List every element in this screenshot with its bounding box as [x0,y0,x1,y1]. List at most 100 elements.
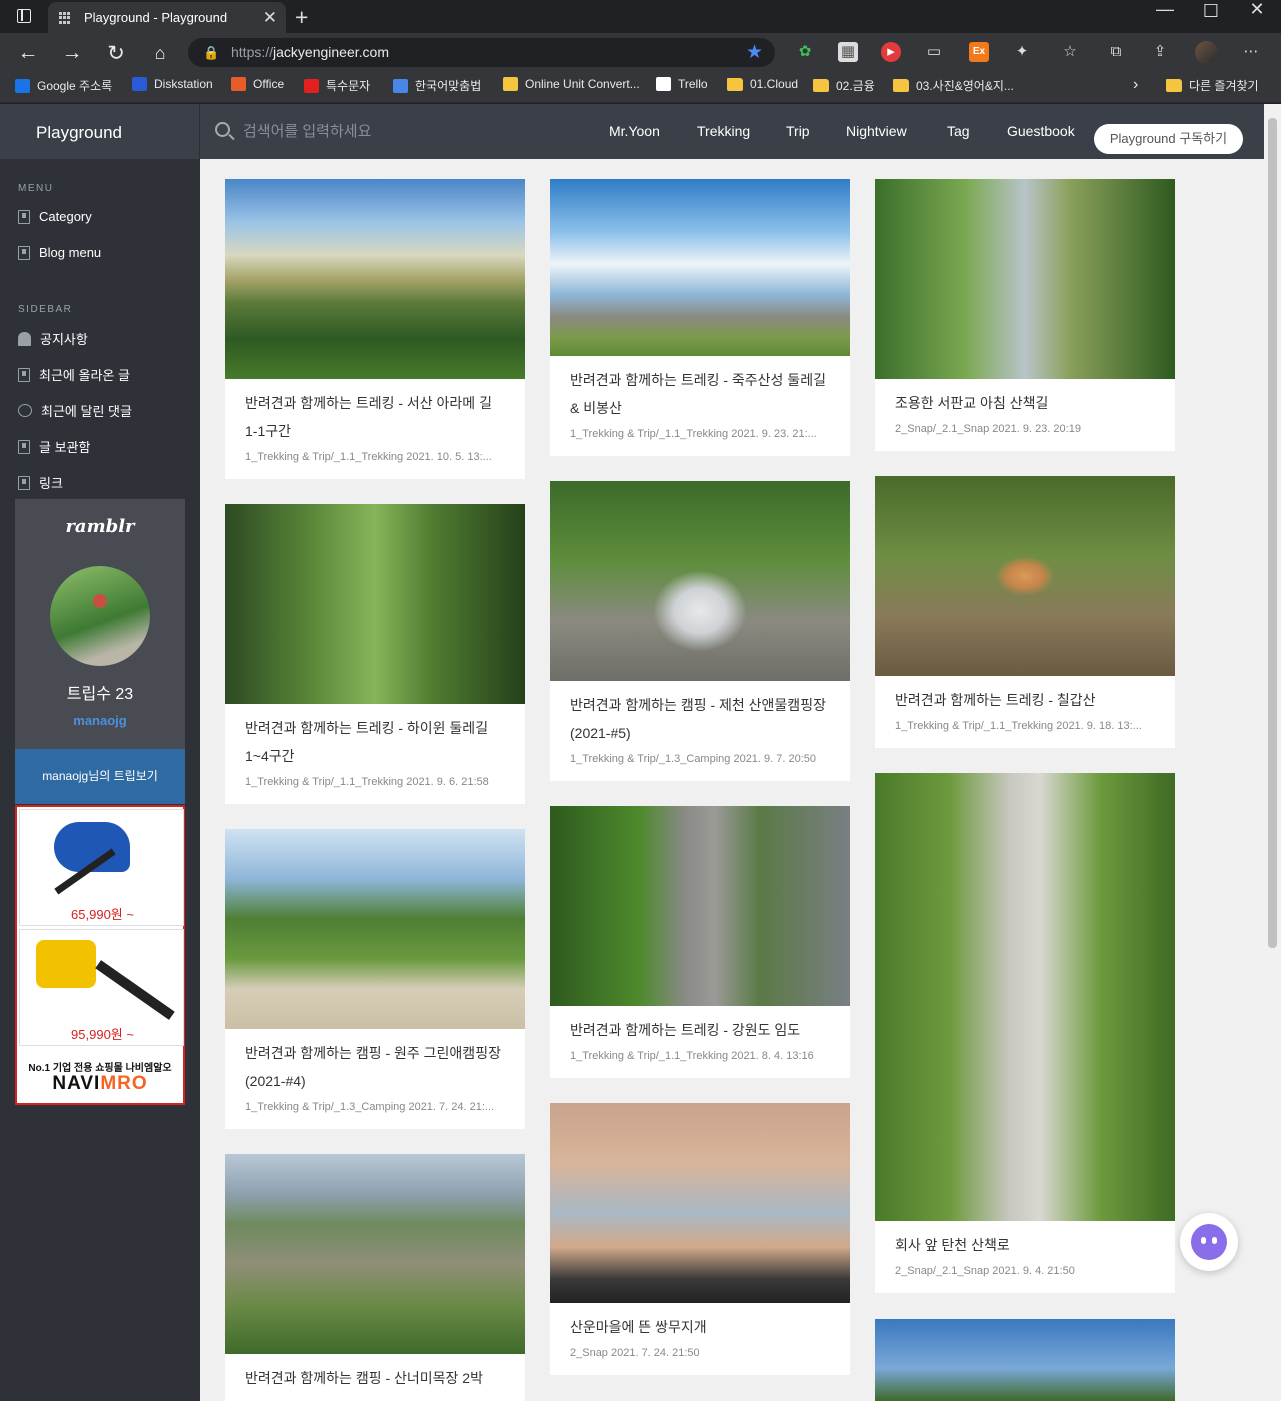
notice-icon [18,331,31,346]
extensions-puzzle-icon[interactable]: ✦ [1012,42,1032,62]
post-thumbnail[interactable] [225,1154,525,1354]
search-icon[interactable] [215,122,230,137]
minimize-icon[interactable]: — [1142,0,1188,18]
post-card[interactable]: 반려견과 함께하는 캠핑 - 제천 산앤물캠핑장(2021-#5) 1_Trek… [550,481,850,781]
bookmark-item[interactable]: Office [231,77,284,91]
youtube-extension-icon[interactable]: ▸ [881,42,901,62]
ad-product-2[interactable]: 95,990원 ~ [19,929,184,1046]
subscribe-button[interactable]: Playground 구독하기 [1094,124,1243,154]
view-trips-button[interactable]: manaojg님의 트립보기 [15,749,185,804]
ad-product-1[interactable]: 65,990원 ~ [19,809,184,926]
refresh-icon[interactable]: ↻ [104,41,128,66]
post-thumbnail[interactable] [550,179,850,356]
scrollbar-thumb[interactable] [1268,118,1277,948]
nav-tag[interactable]: Tag [947,123,970,139]
close-window-icon[interactable]: ✕ [1234,0,1280,18]
more-menu-icon[interactable]: ⋯ [1241,42,1261,62]
search-input[interactable] [243,118,563,144]
bookmark-item[interactable]: Google 주소록 [15,77,112,94]
site-title[interactable]: Playground [36,123,122,143]
post-thumbnail[interactable] [550,806,850,1006]
maximize-icon[interactable]: ☐ [1188,2,1234,20]
post-title[interactable]: 반려견과 함께하는 트레킹 - 강원도 임도 [570,1016,832,1044]
sidebar-item-archive[interactable]: 글 보관함 [18,437,90,456]
post-card[interactable]: 반려견과 함께하는 캠핑 - 원주 그린애캠핑장(2021-#4) 1_Trek… [225,829,525,1129]
active-tab[interactable]: Playground - Playground ✕ [48,2,286,33]
advertisement[interactable]: ▷ ✕ 65,990원 ~ 95,990원 ~ No.1 기업 전용 쇼핑몰 나… [15,805,185,1105]
post-thumbnail[interactable] [875,476,1175,676]
post-meta: 2_Snap/_2.1_Snap 2021. 9. 4. 21:50 [895,1265,1075,1277]
bookmark-item[interactable]: 03.사진&영어&지... [893,77,1014,94]
home-icon[interactable]: ⌂ [148,43,172,64]
share-icon[interactable]: ⇪ [1150,42,1170,62]
post-thumbnail[interactable] [875,773,1175,1221]
sidebar-item-links[interactable]: 링크 [18,473,63,492]
post-thumbnail[interactable] [225,179,525,379]
post-card[interactable]: 반려견과 함께하는 캠핑 - 산너미목장 2박 [225,1154,525,1401]
close-tab-icon[interactable]: ✕ [263,8,277,28]
ramblr-logo[interactable]: ramblr [15,516,185,537]
menu-item-category[interactable]: Category [18,209,92,224]
nav-guestbook[interactable]: Guestbook [1007,123,1075,139]
menu-item-blog-menu[interactable]: Blog menu [18,245,101,260]
post-card[interactable]: 회사 앞 탄천 산책로 2_Snap/_2.1_Snap 2021. 9. 4.… [875,773,1175,1293]
post-title[interactable]: 반려견과 함께하는 트레킹 - 서산 아라메 길 1-1구간 [245,389,507,445]
nav-trekking[interactable]: Trekking [697,123,750,139]
post-thumbnail[interactable] [225,829,525,1029]
post-thumbnail[interactable] [875,179,1175,379]
evernote-extension-icon[interactable]: ✿ [795,42,815,62]
bookmark-item[interactable]: Diskstation [132,77,213,91]
bookmark-item[interactable]: 01.Cloud [727,77,798,91]
favorites-icon[interactable]: ☆ [1060,42,1080,62]
other-bookmarks[interactable]: 다른 즐겨찾기 [1166,77,1259,94]
post-thumbnail[interactable] [225,504,525,704]
collections-icon[interactable]: ⧉ [1106,42,1126,62]
post-title[interactable]: 조용한 서판교 아침 산책길 [895,389,1157,417]
post-title[interactable]: 회사 앞 탄천 산책로 [895,1231,1157,1259]
address-bar[interactable]: 🔒 https://jackyengineer.com ★ [188,38,775,67]
bookmark-item[interactable]: 한국어맞춤법 [393,77,481,94]
post-card[interactable]: 반려견과 함께하는 트레킹 - 죽주산성 둘레길 & 비봉산 1_Trekkin… [550,179,850,456]
nav-nightview[interactable]: Nightview [846,123,907,139]
username-link[interactable]: manaojg [15,713,185,728]
back-icon[interactable]: ← [16,41,40,65]
chevron-right-icon[interactable]: › [1133,76,1138,94]
chatbot-button[interactable] [1180,1213,1238,1271]
ex-extension-icon[interactable]: Ex [969,42,989,62]
post-title[interactable]: 반려견과 함께하는 트레킹 - 칠갑산 [895,686,1157,714]
sidebar-item-notice[interactable]: 공지사항 [18,329,88,348]
post-card[interactable]: 반려견과 함께하는 트레킹 - 서산 아라메 길 1-1구간 1_Trekkin… [225,179,525,479]
post-title[interactable]: 반려견과 함께하는 트레킹 - 죽주산성 둘레길 & 비봉산 [570,366,832,422]
sidebar-item-recent-posts[interactable]: 최근에 올라온 글 [18,365,130,384]
post-card[interactable] [875,1319,1175,1401]
new-tab-icon[interactable]: + [295,4,308,31]
bookmark-item[interactable]: 02.금융 [813,77,875,94]
post-card[interactable]: 산운마을에 뜬 쌍무지개 2_Snap 2021. 7. 24. 21:50 [550,1103,850,1375]
post-card[interactable]: 반려견과 함께하는 트레킹 - 칠갑산 1_Trekking & Trip/_1… [875,476,1175,748]
bookmark-item[interactable]: Online Unit Convert... [503,77,640,91]
page-scrollbar[interactable] [1264,104,1281,1401]
sidebar-item-recent-comments[interactable]: 최근에 달린 댓글 [18,401,132,420]
forward-icon[interactable]: → [60,41,84,65]
post-card[interactable]: 반려견과 함께하는 트레킹 - 하이윈 둘레길 1~4구간 1_Trekking… [225,504,525,804]
tab-actions-icon[interactable] [17,9,31,23]
nav-mr-yoon[interactable]: Mr.Yoon [609,123,660,139]
post-title[interactable]: 반려견과 함께하는 캠핑 - 원주 그린애캠핑장(2021-#4) [245,1039,507,1095]
post-thumbnail[interactable] [550,1103,850,1303]
extension-icon[interactable]: ▦ [838,42,858,62]
post-title[interactable]: 반려견과 함께하는 캠핑 - 산너미목장 2박 [245,1364,507,1392]
post-thumbnail[interactable] [550,481,850,681]
post-thumbnail[interactable] [875,1319,1175,1401]
lock-icon[interactable]: 🔒 [203,45,219,61]
bookmark-item[interactable]: Trello [656,77,708,91]
post-title[interactable]: 반려견과 함께하는 캠핑 - 제천 산앤물캠핑장(2021-#5) [570,691,832,747]
post-title[interactable]: 산운마을에 뜬 쌍무지개 [570,1313,832,1341]
post-card[interactable]: 조용한 서판교 아침 산책길 2_Snap/_2.1_Snap 2021. 9.… [875,179,1175,451]
nav-trip[interactable]: Trip [786,123,810,139]
bookmark-item[interactable]: 특수문자 [304,77,370,94]
post-title[interactable]: 반려견과 함께하는 트레킹 - 하이윈 둘레길 1~4구간 [245,714,507,770]
post-card[interactable]: 반려견과 함께하는 트레킹 - 강원도 임도 1_Trekking & Trip… [550,806,850,1078]
screen-extension-icon[interactable]: ▭ [924,42,944,62]
favorite-star-icon[interactable]: ★ [746,41,763,64]
profile-avatar[interactable] [1195,41,1218,64]
